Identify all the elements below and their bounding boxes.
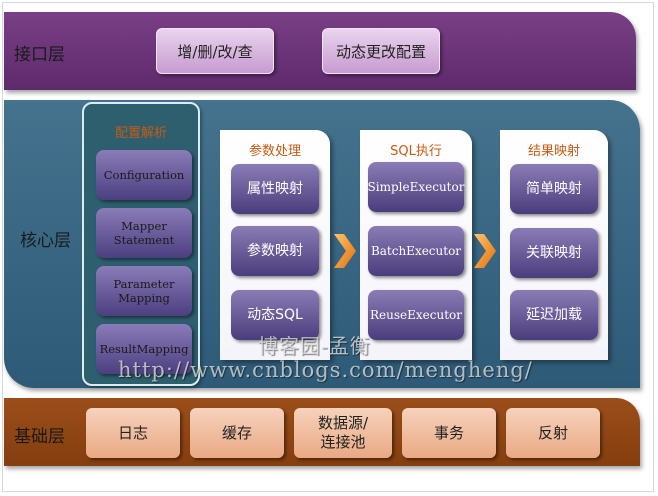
reflection-box: 反射 [506,408,600,458]
interface-layer [4,12,636,90]
simple-executor-node: SimpleExecutor [368,162,464,212]
reuse-executor-node: ReuseExecutor [368,290,464,340]
base-layer-label: 基础层 [14,427,65,447]
mapper-statement-node: Mapper Statement [96,208,192,258]
result-mapping-title: 结果映射 [527,144,580,159]
dynamic-config-box: 动态更改配置 [322,28,440,74]
lazy-loading-node: 延迟加载 [510,290,598,340]
datasource-pool-box: 数据源/ 连接池 [294,408,392,458]
interface-layer-label: 接口层 [14,45,65,65]
flow-arrow-icon [334,234,356,268]
batch-executor-node: BatchExecutor [368,226,464,276]
param-mapping-node: 参数映射 [231,226,319,276]
result-mapping-panel: 结果映射 简单映射 关联映射 延迟加载 [500,130,608,360]
flow-arrow-icon [474,234,496,268]
core-layer-label: 核心层 [20,231,71,251]
watermark-url: http://www.cnblogs.com/mengheng/ [118,358,533,382]
config-parse-title: 配置解析 [114,126,167,141]
param-handling-panel: 参数处理 属性映射 参数映射 动态SQL [220,130,330,360]
logging-box: 日志 [86,408,180,458]
sql-execution-panel: SQL执行 SimpleExecutor BatchExecutor Reuse… [360,130,472,360]
association-mapping-node: 关联映射 [510,228,598,278]
cache-box: 缓存 [190,408,284,458]
configuration-node: Configuration [96,150,192,200]
param-handling-title: 参数处理 [248,144,301,159]
watermark-author: 博客园-孟衡 [258,334,371,358]
parameter-mapping-node: Parameter Mapping [96,266,192,316]
sql-execution-title: SQL执行 [390,144,442,159]
crud-box: 增/删/改/查 [156,28,274,74]
property-mapping-node: 属性映射 [231,164,319,214]
transaction-box: 事务 [402,408,496,458]
simple-mapping-node: 简单映射 [510,164,598,214]
config-parse-panel: 配置解析 Configuration Mapper Statement Para… [82,102,200,386]
